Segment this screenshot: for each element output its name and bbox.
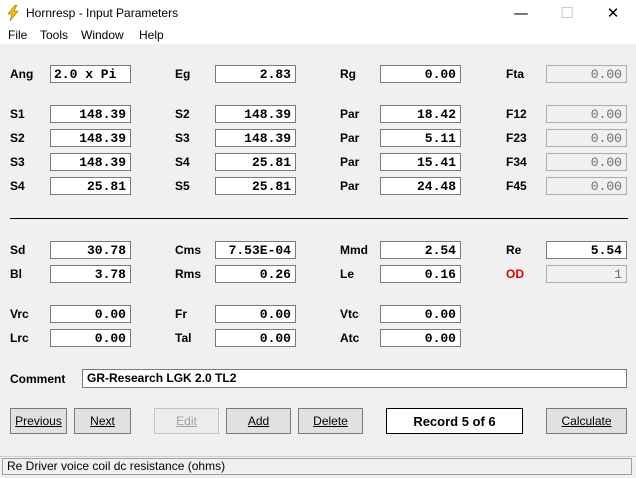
par2-label: Par [340, 131, 360, 145]
s4-field-col2[interactable]: 25.81 [215, 153, 296, 171]
od-label: OD [506, 267, 524, 281]
par1-field[interactable]: 18.42 [380, 105, 461, 123]
comment-input[interactable]: GR-Research LGK 2.0 TL2 [82, 369, 627, 388]
rms-field[interactable]: 0.26 [215, 265, 296, 283]
vrc-field[interactable]: 0.00 [50, 305, 131, 323]
next-button[interactable]: Next [74, 408, 131, 434]
menu-tools[interactable]: Tools [40, 28, 68, 42]
par4-field[interactable]: 24.48 [380, 177, 461, 195]
s2-field[interactable]: 148.39 [50, 129, 131, 147]
le-field[interactable]: 0.16 [380, 265, 461, 283]
s3-label-col2: S3 [175, 131, 190, 145]
previous-button-label: Previous [15, 414, 62, 428]
add-button[interactable]: Add [226, 408, 291, 434]
add-button-label: Add [247, 414, 270, 428]
s1-label: S1 [10, 107, 25, 121]
s1-field[interactable]: 148.39 [50, 105, 131, 123]
s2-label: S2 [10, 131, 25, 145]
re-label: Re [506, 243, 522, 257]
par4-label: Par [340, 179, 360, 193]
menu-file[interactable]: File [8, 28, 27, 42]
s4-field[interactable]: 25.81 [50, 177, 131, 195]
par2-field[interactable]: 5.11 [380, 129, 461, 147]
vrc-label: Vrc [10, 307, 29, 321]
eg-label: Eg [175, 67, 191, 81]
f34-label: F34 [506, 155, 527, 169]
lrc-field[interactable]: 0.00 [50, 329, 131, 347]
calculate-button-label: Calculate [561, 414, 612, 428]
calculate-button[interactable]: Calculate [546, 408, 627, 434]
menu-window[interactable]: Window [81, 28, 124, 42]
rg-label: Rg [340, 67, 356, 81]
f23-label: F23 [506, 131, 527, 145]
sd-label: Sd [10, 243, 26, 257]
edit-button[interactable]: Edit [154, 408, 219, 434]
sd-field[interactable]: 30.78 [50, 241, 131, 259]
fr-label: Fr [175, 307, 187, 321]
tal-label: Tal [175, 331, 192, 345]
par1-label: Par [340, 107, 360, 121]
tal-field[interactable]: 0.00 [215, 329, 296, 347]
cms-label: Cms [175, 243, 202, 257]
vtc-label: Vtc [340, 307, 359, 321]
lightning-icon [7, 5, 19, 21]
par3-label: Par [340, 155, 360, 169]
next-button-label: Next [90, 414, 115, 428]
s5-label: S5 [175, 179, 190, 193]
f12-label: F12 [506, 107, 527, 121]
od-field: 1 [546, 265, 627, 283]
menu-help[interactable]: Help [139, 28, 164, 42]
delete-button-label: Delete [313, 414, 348, 428]
fta-label: Fta [506, 67, 524, 81]
f12-field: 0.00 [546, 105, 627, 123]
edit-button-label: Edit [176, 414, 197, 428]
fr-field[interactable]: 0.00 [215, 305, 296, 323]
bl-field[interactable]: 3.78 [50, 265, 131, 283]
lrc-label: Lrc [10, 331, 29, 345]
s4-label: S4 [10, 179, 25, 193]
s4-label-col2: S4 [175, 155, 190, 169]
s3-field[interactable]: 148.39 [50, 153, 131, 171]
fta-field: 0.00 [546, 65, 627, 83]
s2-label-col2: S2 [175, 107, 190, 121]
record-indicator: Record 5 of 6 [386, 408, 523, 434]
section-divider [10, 218, 628, 219]
par3-field[interactable]: 15.41 [380, 153, 461, 171]
mmd-label: Mmd [340, 243, 368, 257]
close-button[interactable]: ✕ [590, 0, 636, 26]
s3-label: S3 [10, 155, 25, 169]
ang-field[interactable]: 2.0 x Pi [50, 65, 131, 83]
rms-label: Rms [175, 267, 202, 281]
status-text: Re Driver voice coil dc resistance (ohms… [2, 458, 632, 475]
s2-field-col2[interactable]: 148.39 [215, 105, 296, 123]
rg-field[interactable]: 0.00 [380, 65, 461, 83]
f23-field: 0.00 [546, 129, 627, 147]
previous-button[interactable]: Previous [10, 408, 67, 434]
window-title: Hornresp - Input Parameters [26, 6, 179, 20]
eg-field[interactable]: 2.83 [215, 65, 296, 83]
re-field[interactable]: 5.54 [546, 241, 627, 259]
ang-label: Ang [10, 67, 34, 81]
comment-label: Comment [10, 372, 66, 386]
mmd-field[interactable]: 2.54 [380, 241, 461, 259]
vtc-field[interactable]: 0.00 [380, 305, 461, 323]
le-label: Le [340, 267, 355, 281]
s3-field-col2[interactable]: 148.39 [215, 129, 296, 147]
atc-field[interactable]: 0.00 [380, 329, 461, 347]
delete-button[interactable]: Delete [298, 408, 363, 434]
atc-label: Atc [340, 331, 360, 345]
f45-label: F45 [506, 179, 527, 193]
minimize-button[interactable]: — [498, 0, 544, 26]
bl-label: Bl [10, 267, 22, 281]
f45-field: 0.00 [546, 177, 627, 195]
maximize-button[interactable]: ☐ [544, 0, 590, 26]
f34-field: 0.00 [546, 153, 627, 171]
s5-field[interactable]: 25.81 [215, 177, 296, 195]
cms-field[interactable]: 7.53E-04 [215, 241, 296, 259]
